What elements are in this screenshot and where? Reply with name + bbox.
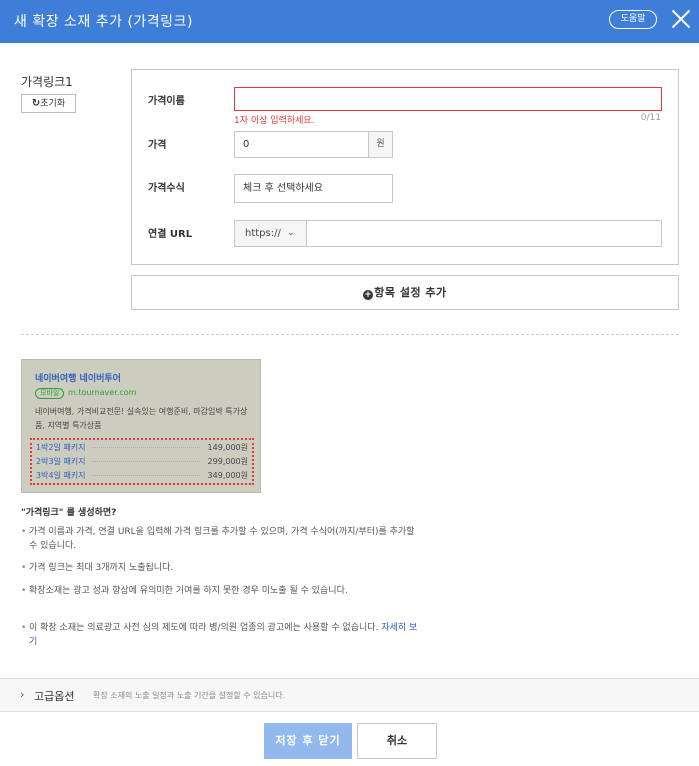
price-link-form: 가격이름 1자 이상 입력하세요. 0/11 가격 0 원 가격수식 체크 후 … <box>131 69 679 265</box>
info-bullet: 가격 링크는 최대 3개까지 노출됩니다. <box>21 561 421 575</box>
info-bullet: 확장소재는 광고 성과 향상에 유의미한 기여를 하지 못한 경우 미노출 될 … <box>21 584 421 598</box>
item-name-label: 가격링크1 <box>21 75 73 89</box>
formula-label: 가격수식 <box>148 183 185 194</box>
add-item-label: 항목 설정 추가 <box>374 286 447 299</box>
price-unit: 원 <box>368 131 393 158</box>
info-bullet: 이 확장 소재는 의료광고 사전 심의 제도에 따라 병/의원 업종의 광고에는… <box>21 621 421 649</box>
preview-price-value: 299,000원 <box>207 457 248 466</box>
dialog-header: 새 확장 소재 추가 (가격링크) 도움말 <box>0 0 699 43</box>
name-char-counter: 0/11 <box>640 113 661 123</box>
preview-price-row: 1박2일 패키지 149,000원 <box>36 441 248 454</box>
info-bullet-text: 이 확장 소재는 의료광고 사전 심의 제도에 따라 병/의원 업종의 광고에는… <box>29 623 379 633</box>
advanced-options-title: 고급옵션 <box>34 690 75 703</box>
preview-price-value: 349,000원 <box>207 471 248 480</box>
preview-title: 네이버여행 네이버투어 <box>35 374 121 384</box>
url-input[interactable] <box>306 220 662 247</box>
chevron-down-icon: ⌄ <box>287 228 295 238</box>
preview-price-name: 1박2일 패키지 <box>36 443 86 452</box>
price-label: 가격 <box>148 140 167 151</box>
preview-price-row: 3박4일 패키지 349,000원 <box>36 469 248 482</box>
close-icon[interactable] <box>670 8 692 30</box>
plus-circle-icon: + <box>363 290 374 300</box>
preview-price-name: 3박4일 패키지 <box>36 471 86 480</box>
section-divider <box>21 334 679 335</box>
name-error-message: 1자 이상 입력하세요. <box>234 116 315 126</box>
cancel-button[interactable]: 취소 <box>357 723 437 759</box>
refresh-icon: ↻ <box>31 98 41 109</box>
preview-price-row: 2박3일 패키지 299,000원 <box>36 455 248 468</box>
preview-price-name: 2박3일 패키지 <box>36 457 86 466</box>
preview-price-value: 149,000원 <box>207 443 248 452</box>
save-close-button[interactable]: 저장 후 닫기 <box>264 723 352 759</box>
dialog-title: 새 확장 소재 추가 (가격링크) <box>14 14 193 30</box>
price-name-input[interactable] <box>234 87 662 111</box>
url-protocol-value: https:// <box>245 228 281 239</box>
chevron-right-icon: › <box>20 688 25 701</box>
advanced-options-toggle[interactable]: › 고급옵션 확장 소재의 노출 일정과 노출 기간을 설정할 수 있습니다. <box>0 678 699 712</box>
reset-button[interactable]: ↻초기화 <box>21 94 76 113</box>
ad-preview: 네이버여행 네이버투어 모바일 m.tournaver.com 네이버여행, 가… <box>21 359 261 493</box>
preview-mobile-badge: 모바일 <box>35 388 65 399</box>
url-label: 연결 URL <box>148 229 193 240</box>
price-formula-select[interactable]: 체크 후 선택하세요 <box>234 174 393 203</box>
reset-label: 초기화 <box>40 99 66 109</box>
add-item-button[interactable]: + 항목 설정 추가 <box>131 275 679 310</box>
info-title: "가격링크" 를 생성하면? <box>21 508 117 518</box>
name-label: 가격이름 <box>148 96 185 107</box>
preview-description: 네이버여행, 가격비교전문! 실속있는 여행준비, 마감임박 특가상품, 지역별… <box>35 407 248 430</box>
price-input[interactable]: 0 <box>234 131 369 158</box>
advanced-options-description: 확장 소재의 노출 일정과 노출 기간을 설정할 수 있습니다. <box>93 691 286 700</box>
preview-url: m.tournaver.com <box>68 388 137 397</box>
info-bullet: 가격 이름과 가격, 연결 URL을 입력해 가격 링크를 추가할 수 있으며,… <box>21 525 421 553</box>
url-protocol-select[interactable]: https:// ⌄ <box>234 220 307 247</box>
help-button[interactable]: 도움말 <box>609 10 657 29</box>
preview-price-links: 1박2일 패키지 149,000원 2박3일 패키지 299,000원 3박4일… <box>30 438 254 485</box>
